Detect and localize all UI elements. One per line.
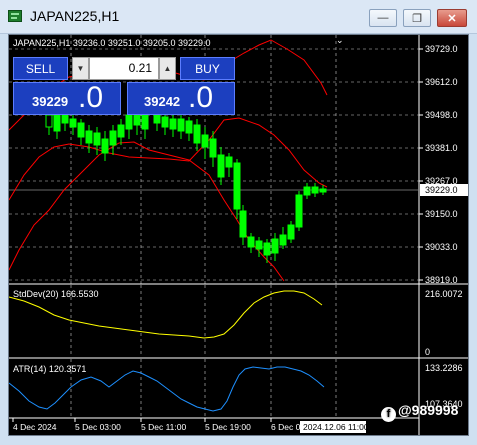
candle (169, 115, 177, 137)
volume-decrease-button[interactable]: ▼ (72, 57, 89, 80)
candle (85, 125, 93, 153)
close-button[interactable]: ✕ (437, 9, 467, 27)
time-tick: 5 Dec 11:00 (141, 422, 186, 432)
candle (225, 153, 233, 177)
candle (279, 227, 287, 249)
price-tick: 38919.0 (425, 275, 458, 285)
chart-area[interactable]: JAPAN225,H1 39236.0 39251.0 39205.0 3922… (8, 34, 469, 436)
price-tick: 39033.0 (425, 242, 458, 252)
candle (217, 147, 225, 185)
stddev-label: StdDev(20) 166.5530 (13, 289, 99, 299)
price-tick: 39381.0 (425, 143, 458, 153)
sell-button[interactable]: SELL (13, 57, 68, 80)
price-tick: 39729.0 (425, 44, 458, 54)
bid-price-main: 39229 (32, 94, 69, 109)
ask-price-button[interactable]: 39242 .0 (127, 81, 235, 115)
candle (185, 117, 193, 141)
time-tick: 4 Dec 2024 (13, 422, 57, 432)
candle (295, 191, 303, 231)
current-price-label: 39229.0 (425, 185, 458, 195)
buy-button[interactable]: BUY (180, 57, 235, 80)
candle (177, 115, 185, 139)
time-tick: 5 Dec 03:00 (75, 422, 121, 432)
atr-axis-top: 133.2286 (425, 363, 463, 373)
candle (303, 183, 311, 199)
candle (271, 233, 279, 261)
buy-label: BUY (195, 61, 220, 76)
chart-window-icon (8, 10, 22, 22)
time-cursor-label: 2024.12.06 11:00 (303, 422, 369, 432)
candle (109, 125, 117, 155)
candle (233, 159, 241, 219)
candle (209, 131, 217, 167)
candle (263, 239, 271, 263)
time-cursor-marker: ⌄ (336, 35, 344, 45)
window-titlebar[interactable]: JAPAN225,H1 — ❐ ✕ (0, 0, 477, 34)
restore-button[interactable]: ❐ (403, 9, 431, 27)
candle (239, 205, 247, 245)
minimize-icon: — (377, 12, 389, 24)
close-icon: ✕ (447, 12, 457, 25)
watermark: f @989998 (381, 402, 458, 422)
ask-price-fraction: .0 (188, 81, 214, 114)
candle (161, 113, 169, 135)
candle (117, 119, 125, 145)
price-axis: 39729.0 39612.0 39498.0 39381.0 39267.0 … (419, 44, 458, 285)
time-tick: 5 Dec 19:00 (205, 422, 251, 432)
candle (93, 127, 101, 155)
time-axis: 4 Dec 2024 5 Dec 03:00 5 Dec 11:00 5 Dec… (12, 418, 317, 432)
minimize-button[interactable]: — (369, 9, 397, 27)
price-tick: 39612.0 (425, 77, 458, 87)
price-tick: 39150.0 (425, 209, 458, 219)
chevron-up-icon: ▲ (163, 64, 172, 73)
price-tick: 39498.0 (425, 110, 458, 120)
candle (193, 119, 201, 151)
candle (77, 119, 85, 145)
candle (247, 233, 255, 253)
chart-header: JAPAN225,H1 39236.0 39251.0 39205.0 3922… (13, 38, 211, 48)
volume-increase-button[interactable]: ▲ (159, 57, 176, 80)
facebook-icon: f (381, 407, 396, 422)
candle (287, 221, 295, 243)
atr-label: ATR(14) 120.3571 (13, 364, 86, 374)
candle (53, 111, 61, 139)
window-title: JAPAN225,H1 (30, 8, 120, 24)
bid-price-button[interactable]: 39229 .0 (13, 81, 121, 115)
stddev-axis-top: 216.0072 (425, 289, 463, 299)
ask-price-main: 39242 (144, 94, 181, 109)
one-click-trading-panel: SELL ▼ 0.21 ▲ BUY 39229 .0 39242 .0 (13, 57, 235, 115)
candle (101, 131, 109, 161)
restore-icon: ❐ (412, 12, 422, 25)
volume-input[interactable]: 0.21 (89, 57, 159, 80)
candle (311, 183, 319, 197)
bid-price-fraction: .0 (78, 81, 104, 114)
chevron-down-icon: ▼ (76, 64, 85, 73)
watermark-text: @989998 (398, 402, 459, 418)
candle (201, 127, 209, 159)
stddev-axis-bottom: 0 (425, 347, 430, 357)
candles (45, 105, 327, 263)
sell-label: SELL (25, 61, 56, 76)
